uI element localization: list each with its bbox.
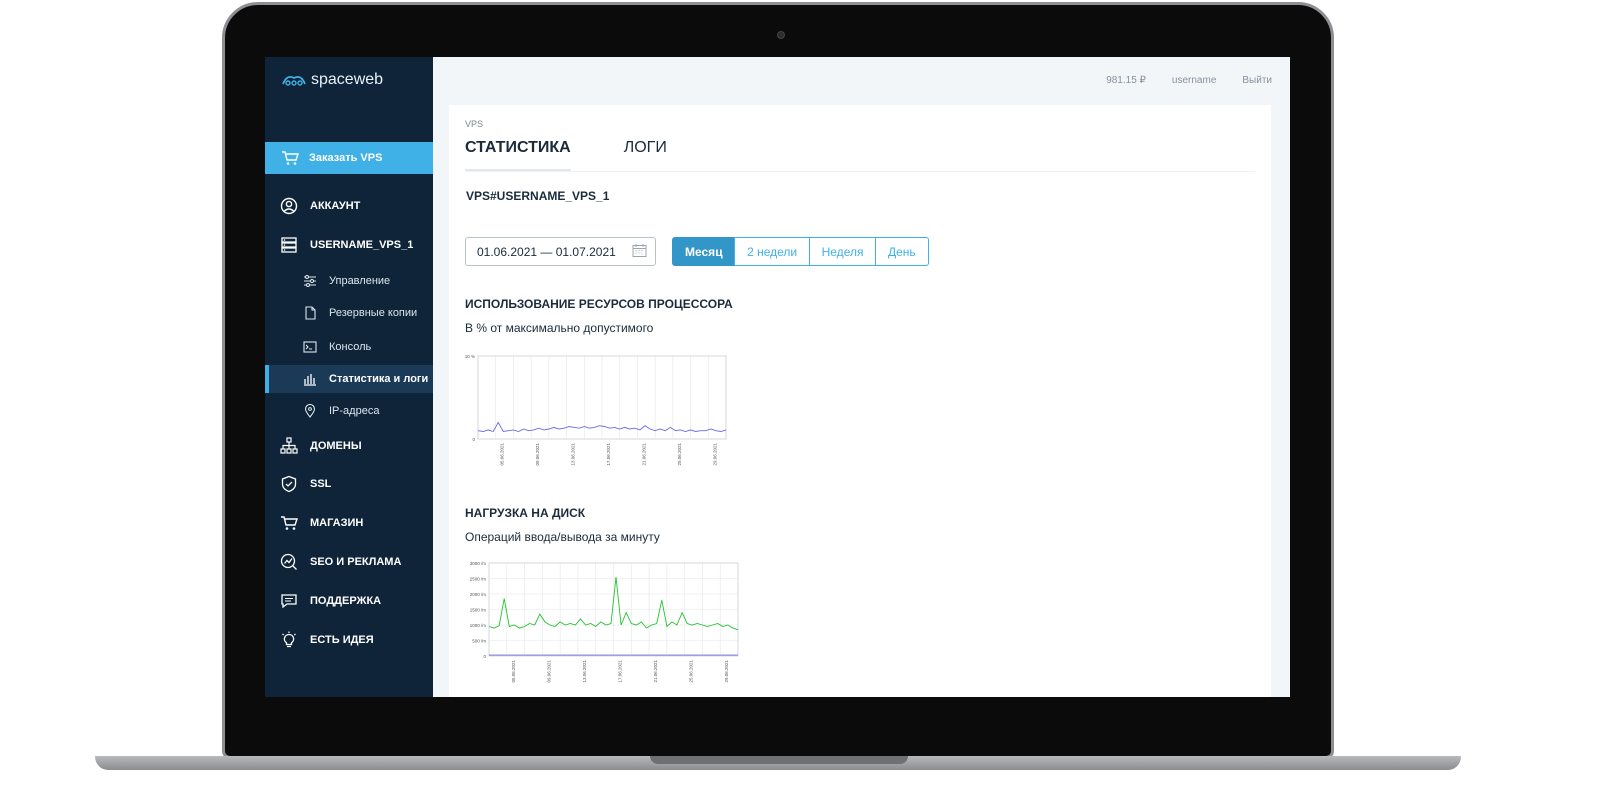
sidebar-item-backups[interactable]: Резервные копии [265,299,433,327]
y-tick-label: 0 [483,654,486,659]
order-vps-button[interactable]: Заказать VPS [265,142,433,174]
balance-link[interactable]: 981.15 ₽ [1106,75,1146,86]
x-tick-label: 21.06.2021 [641,443,646,466]
laptop-notch [650,756,908,764]
tab-statistics[interactable]: СТАТИСТИКА [465,139,571,171]
topbar: 981.15 ₽ username Выйти [1106,75,1272,86]
nav-item-idea[interactable]: ЕСТЬ ИДЕЯ [265,626,433,654]
y-tick-label: 1500 /m [470,608,487,613]
disk-chart: 3000 /m 2500 /m 2000 /m 1500 /m 1000 /m 500 /… [470,561,739,683]
file-icon [301,304,319,322]
sidebar-item-console[interactable]: Консоль [265,333,433,361]
sidebar-item-ip[interactable]: IP-адреса [265,397,433,425]
sidebar-item-label: Статистика и логи [329,373,429,385]
sidebar-item-management[interactable]: Управление [265,267,433,295]
y-tick-label: 500 /m [472,639,486,644]
nav-item-label: МАГАЗИН [310,517,364,529]
x-tick-label: 09.06.2021 [546,660,551,683]
nav-item-account[interactable]: АККАУНТ [265,192,433,220]
sidebar: spaceweb Заказать VPS АККАУНТ USERNAME_V… [265,57,433,697]
user-circle-icon [280,197,298,215]
x-tick-label: 05.06.2021 [500,443,505,466]
spaceweb-logo-icon [282,75,306,86]
period-selector: Месяц 2 недели Неделя День [672,237,929,266]
x-tick-label: 29.06.2021 [712,443,717,466]
cpu-chart: 10 % 0 05.06.2021 09.06.2021 13.06.2021 17.06… [465,354,727,466]
cpu-section-subtitle: В % от максимально допустимого [465,321,654,335]
app-screen: spaceweb Заказать VPS АККАУНТ USERNAME_V… [265,57,1290,697]
tabs: СТАТИСТИКА ЛОГИ [465,139,667,171]
nav-item-ssl[interactable]: SSL [265,470,433,498]
x-tick-label: 09.06.2021 [535,443,540,466]
tab-divider [465,171,1255,172]
location-pin-icon [301,402,319,420]
y-tick-label: 2500 /m [470,577,487,582]
x-tick-label: 13.06.2021 [582,660,587,683]
x-tick-label: 21.06.2021 [653,660,658,683]
period-2weeks-button[interactable]: 2 недели [734,237,811,266]
x-tick-label: 25.06.2021 [689,660,694,683]
y-tick-label: 10 % [465,354,475,359]
x-tick-label: 05.06.2021 [511,660,516,683]
nav-item-label: SSL [310,478,332,490]
period-day-button[interactable]: День [874,237,929,266]
sidebar-item-label: Консоль [329,341,372,353]
date-range-value: 01.06.2021 — 01.07.2021 [477,244,616,259]
disk-section-title: НАГРУЗКА НА ДИСК [465,506,586,520]
lightbulb-icon [280,631,298,649]
nav-item-domains[interactable]: ДОМЕНЫ [265,432,433,460]
nav-item-label: АККАУНТ [310,200,361,212]
nav-item-support[interactable]: ПОДДЕРЖКА [265,587,433,615]
nav-item-seo[interactable]: SEO И РЕКЛАМА [265,548,433,576]
sidebar-item-stats[interactable]: Статистика и логи [265,365,433,393]
disk-section-subtitle: Операций ввода/вывода за минуту [465,530,660,544]
main-content: 981.15 ₽ username Выйти VPS СТАТИСТИКА Л… [433,57,1290,697]
sitemap-icon [280,437,298,455]
nav-item-label: ПОДДЕРЖКА [310,595,382,607]
y-tick-label: 0 [472,437,475,442]
x-tick-label: 17.06.2021 [606,443,611,466]
x-tick-label: 25.06.2021 [677,443,682,466]
sliders-icon [301,272,319,290]
x-tick-label: 13.06.2021 [571,443,576,466]
y-tick-label: 2000 /m [470,592,487,597]
sidebar-item-label: IP-адреса [329,405,380,417]
nav-item-label: ДОМЕНЫ [310,440,362,452]
order-vps-label: Заказать VPS [309,152,383,164]
tab-logs[interactable]: ЛОГИ [624,139,667,171]
calendar-icon [632,243,647,261]
cart-icon [281,149,299,167]
sidebar-item-label: Управление [329,275,391,287]
x-tick-label: 29.06.2021 [724,660,729,683]
x-tick-label: 17.06.2021 [618,660,623,683]
logout-link[interactable]: Выйти [1242,75,1272,86]
terminal-icon [301,338,319,356]
breadcrumb[interactable]: VPS [465,119,483,129]
sidebar-item-label: Резервные копии [329,307,418,319]
camera-icon [777,31,785,39]
shield-icon [280,475,298,493]
brand-name: spaceweb [311,71,384,88]
username-link[interactable]: username [1172,75,1216,86]
server-icon [280,236,298,254]
seo-icon [280,553,298,571]
cart-icon [280,514,298,532]
nav-item-label: ЕСТЬ ИДЕЯ [310,634,374,646]
period-month-button[interactable]: Месяц [672,237,736,266]
nav-item-shop[interactable]: МАГАЗИН [265,509,433,537]
period-week-button[interactable]: Неделя [808,237,877,266]
nav-item-label: USERNAME_VPS_1 [310,239,414,251]
nav-item-vps[interactable]: USERNAME_VPS_1 [265,231,433,259]
y-tick-label: 1000 /m [470,623,487,628]
y-tick-label: 3000 /m [470,561,487,566]
bar-chart-icon [301,370,319,388]
vps-name: VPS#USERNAME_VPS_1 [466,189,610,203]
brand-logo[interactable]: spaceweb [281,71,383,89]
cpu-section-title: ИСПОЛЬЗОВАНИЕ РЕСУРСОВ ПРОЦЕССОРА [465,297,733,311]
chat-icon [280,592,298,610]
nav-item-label: SEO И РЕКЛАМА [310,556,402,568]
date-range-picker[interactable]: 01.06.2021 — 01.07.2021 [465,237,656,266]
stats-panel: VPS СТАТИСТИКА ЛОГИ VPS#USERNAME_VPS_1 0… [449,105,1271,697]
